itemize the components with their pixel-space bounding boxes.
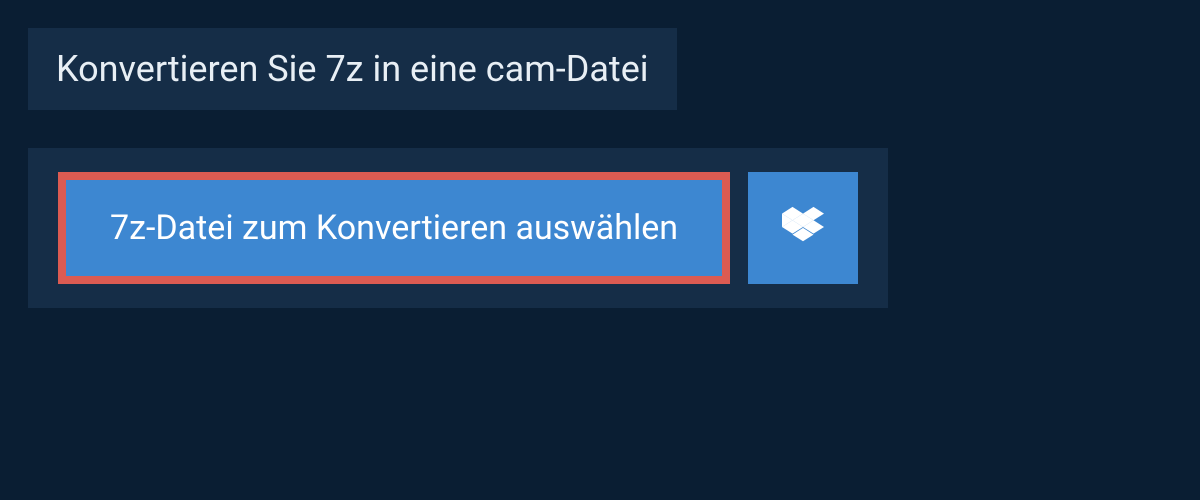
dropbox-button[interactable] <box>748 172 858 284</box>
converter-panel: Konvertieren Sie 7z in eine cam-Datei 7z… <box>0 0 1200 336</box>
button-section: 7z-Datei zum Konvertieren auswählen <box>28 148 888 308</box>
select-file-label: 7z-Datei zum Konvertieren auswählen <box>110 208 678 248</box>
title-bar: Konvertieren Sie 7z in eine cam-Datei <box>28 28 677 110</box>
dropbox-icon <box>782 205 824 251</box>
select-file-button[interactable]: 7z-Datei zum Konvertieren auswählen <box>58 172 730 284</box>
page-title: Konvertieren Sie 7z in eine cam-Datei <box>56 48 649 90</box>
